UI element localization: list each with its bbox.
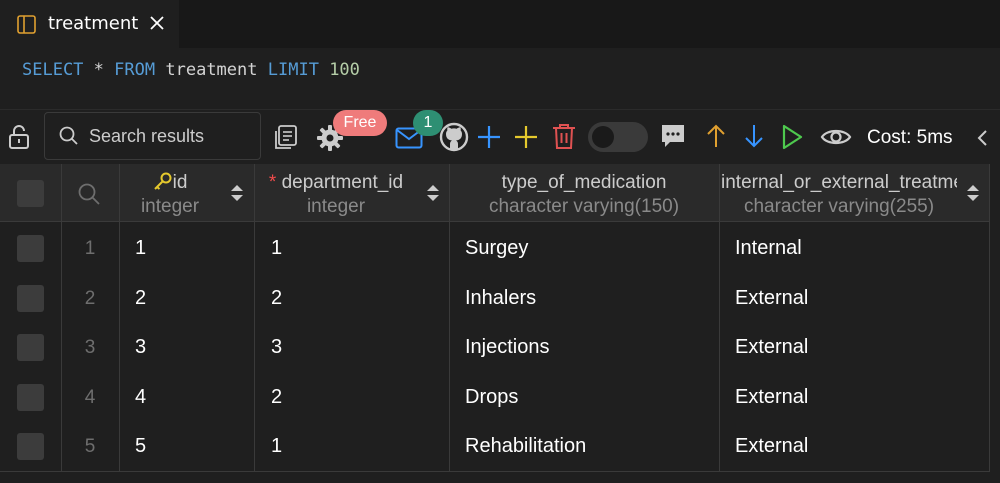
results-toolbar: Free 1 (0, 110, 1000, 164)
column-header-type-of-medication[interactable]: type_of_medication character varying(150… (452, 164, 716, 222)
cell-type-of-medication[interactable]: Inhalers (465, 287, 536, 310)
free-badge[interactable]: Free (333, 110, 387, 136)
search-input[interactable] (89, 123, 254, 149)
row-checkbox[interactable] (17, 384, 44, 411)
cell-type-of-medication[interactable]: Rehabilitation (465, 435, 586, 458)
add-row-icon[interactable] (477, 125, 501, 149)
sql-keyword: LIMIT (267, 60, 319, 80)
column-name: id (120, 172, 220, 194)
row-number: 1 (84, 238, 96, 259)
required-marker: * (268, 172, 277, 193)
toggle-knob (592, 126, 614, 148)
run-icon[interactable] (781, 124, 803, 150)
row-number: 5 (84, 436, 96, 457)
eye-icon[interactable] (820, 126, 852, 148)
search-results-box[interactable] (44, 112, 261, 160)
unlock-icon[interactable] (8, 124, 30, 150)
cell-internal-or-external[interactable]: External (735, 336, 808, 359)
row-checkbox[interactable] (17, 334, 44, 361)
tab-title: treatment (48, 13, 139, 34)
column-name: internal_or_external_treatment (721, 172, 957, 193)
cell-internal-or-external[interactable]: Internal (735, 237, 802, 260)
add-column-icon[interactable] (514, 125, 538, 149)
arrow-up-icon[interactable] (706, 123, 726, 149)
select-all-checkbox[interactable] (17, 180, 44, 207)
cell-department-id[interactable]: 1 (271, 237, 282, 260)
column-name: * department_id (256, 172, 416, 194)
search-icon (59, 126, 78, 145)
sql-star: * (93, 60, 104, 80)
column-header-department-id[interactable]: * department_id integer (256, 164, 416, 222)
cell-type-of-medication[interactable]: Drops (465, 386, 518, 409)
table-row[interactable]: 5 5 1 Rehabilitation External (0, 422, 990, 472)
comment-icon[interactable] (661, 124, 685, 150)
sql-limit-value: 100 (329, 60, 360, 80)
sql-editor[interactable]: SELECT * FROM treatment LIMIT 100 (0, 48, 1000, 110)
row-number: 3 (84, 337, 96, 358)
search-icon[interactable] (77, 182, 101, 206)
copy-icon[interactable] (273, 124, 299, 150)
cell-type-of-medication[interactable]: Injections (465, 336, 550, 359)
column-type: integer (140, 196, 200, 217)
results-grid: id integer * department_id integer type_… (0, 164, 1000, 483)
row-checkbox[interactable] (17, 433, 44, 460)
sort-icon[interactable] (966, 182, 980, 204)
cell-internal-or-external[interactable]: External (735, 386, 808, 409)
column-name: type_of_medication (501, 172, 667, 193)
toggle-switch[interactable] (588, 122, 648, 152)
column-header-internal-or-external[interactable]: internal_or_external_treatment character… (721, 164, 957, 222)
sql-query: SELECT * FROM treatment LIMIT 100 (22, 60, 360, 80)
cell-internal-or-external[interactable]: External (735, 435, 808, 458)
sql-keyword: SELECT (22, 60, 84, 80)
close-icon[interactable] (148, 14, 166, 32)
table-row[interactable]: 4 4 2 Drops External (0, 373, 990, 423)
row-checkbox[interactable] (17, 285, 44, 312)
github-icon[interactable] (439, 122, 469, 152)
cell-department-id[interactable]: 2 (271, 386, 282, 409)
table-icon (17, 15, 36, 34)
tab-bar: treatment (0, 0, 1000, 48)
column-type: character varying(150) (488, 196, 680, 217)
grid-header: id integer * department_id integer type_… (0, 164, 990, 222)
query-cost: Cost: 5ms (867, 127, 953, 148)
cell-internal-or-external[interactable]: External (735, 287, 808, 310)
row-checkbox[interactable] (17, 235, 44, 262)
delete-icon[interactable] (552, 123, 576, 150)
cell-department-id[interactable]: 1 (271, 435, 282, 458)
column-name-text: department_id (281, 172, 404, 193)
grid-bottom-border (0, 471, 990, 472)
row-number: 2 (84, 288, 96, 309)
table-row[interactable]: 3 3 3 Injections External (0, 323, 990, 373)
key-icon (153, 172, 172, 190)
cell-id[interactable]: 1 (135, 237, 146, 260)
column-type: integer (306, 196, 366, 217)
column-name-text: id (172, 172, 188, 193)
cell-id[interactable]: 5 (135, 435, 146, 458)
column-type: character varying(255) (743, 196, 935, 217)
sort-icon[interactable] (426, 182, 440, 204)
table-row[interactable]: 1 1 1 Surgey Internal (0, 224, 990, 274)
row-number: 4 (84, 387, 96, 408)
arrow-down-icon[interactable] (744, 123, 764, 149)
sort-icon[interactable] (230, 182, 244, 204)
cell-department-id[interactable]: 2 (271, 287, 282, 310)
cell-type-of-medication[interactable]: Surgey (465, 237, 528, 260)
chevron-left-icon[interactable] (976, 130, 988, 146)
column-header-id[interactable]: id integer (120, 164, 220, 222)
sql-keyword: FROM (114, 60, 156, 80)
cell-id[interactable]: 3 (135, 336, 146, 359)
tab-treatment[interactable]: treatment (0, 0, 179, 48)
cell-department-id[interactable]: 3 (271, 336, 282, 359)
table-row[interactable]: 2 2 2 Inhalers External (0, 274, 990, 324)
cell-id[interactable]: 2 (135, 287, 146, 310)
sql-table-name: treatment (165, 60, 258, 80)
cell-id[interactable]: 4 (135, 386, 146, 409)
